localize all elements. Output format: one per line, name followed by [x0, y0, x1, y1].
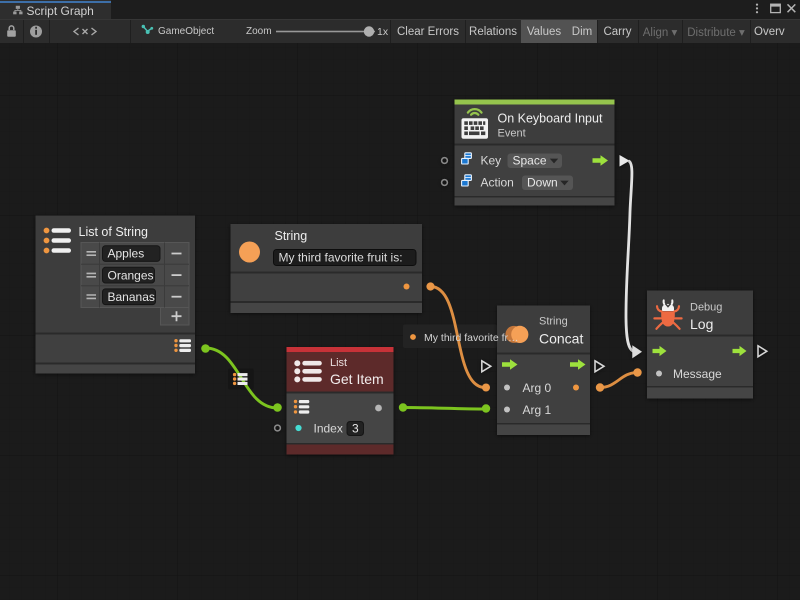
svg-text:String: String — [275, 229, 308, 243]
svg-text:Action: Action — [481, 176, 514, 190]
svg-text:3: 3 — [352, 422, 359, 436]
svg-text:Debug: Debug — [690, 302, 722, 314]
svg-text:Concat: Concat — [539, 331, 583, 347]
svg-text:My third favorite fruit is:: My third favorite fruit is: — [279, 251, 403, 265]
svg-text:String: String — [539, 316, 568, 328]
svg-text:Event: Event — [498, 128, 526, 140]
svg-text:Down: Down — [527, 176, 558, 190]
svg-text:Log: Log — [690, 316, 713, 332]
svg-text:My third favorite fr…: My third favorite fr… — [424, 332, 519, 344]
svg-text:Message: Message — [673, 367, 722, 381]
svg-text:Index: Index — [314, 422, 343, 436]
svg-text:Oranges: Oranges — [108, 268, 154, 282]
svg-text:Apples: Apples — [108, 247, 145, 261]
svg-text:Key: Key — [481, 154, 502, 168]
svg-text:On Keyboard Input: On Keyboard Input — [498, 112, 603, 126]
svg-text:List: List — [330, 357, 347, 369]
svg-text:Arg 1: Arg 1 — [523, 403, 552, 417]
svg-text:Space: Space — [513, 154, 547, 168]
svg-text:Bananas: Bananas — [108, 290, 155, 304]
svg-text:List of String: List of String — [79, 225, 149, 239]
svg-text:Get Item: Get Item — [330, 371, 384, 387]
svg-text:Arg 0: Arg 0 — [523, 381, 552, 395]
